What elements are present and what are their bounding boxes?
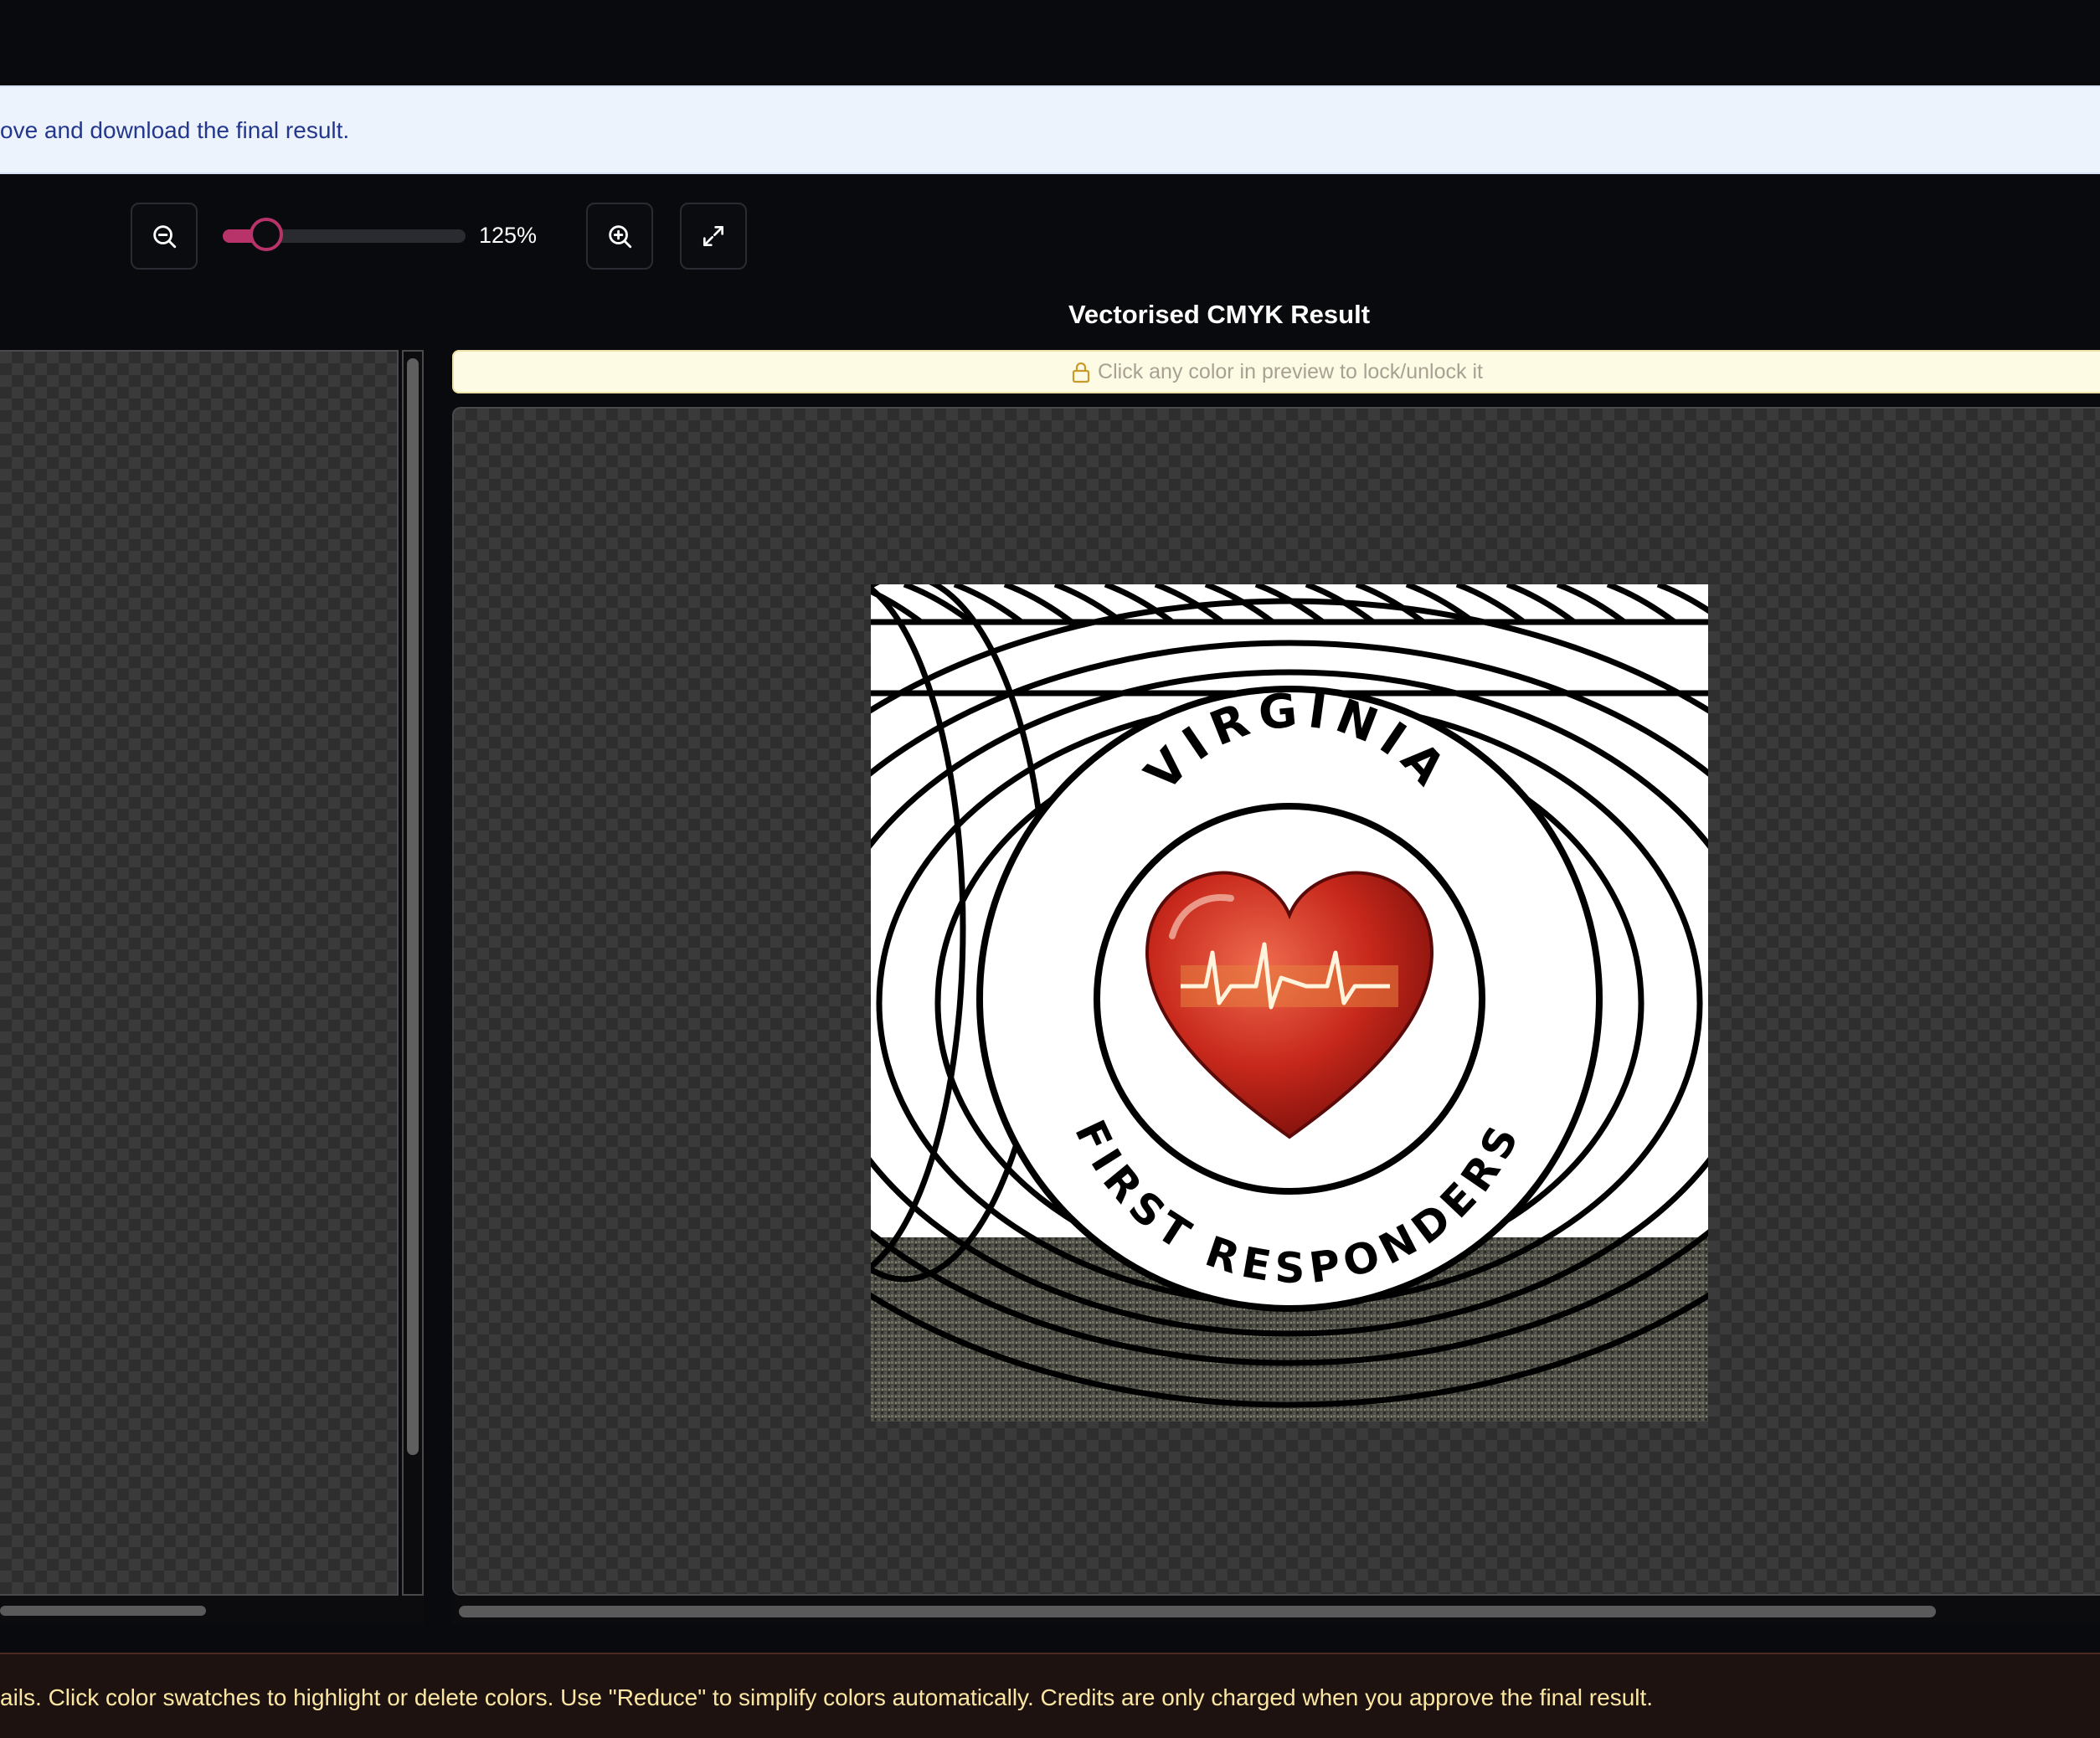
zoom-out-icon xyxy=(153,225,177,249)
info-banner: ove and download the final result. xyxy=(0,85,2100,174)
lock-hint-bar: Click any color in preview to lock/unloc… xyxy=(452,350,2100,393)
zoom-level-label: 125% xyxy=(479,223,538,248)
help-footer: ails. Click color swatches to highlight … xyxy=(0,1653,2100,1738)
vectorised-artwork[interactable]: VIRGINIA FIRST RESPONDERS xyxy=(871,584,1708,1422)
original-preview-vertical-scrollbar[interactable] xyxy=(402,350,424,1596)
zoom-slider-thumb[interactable] xyxy=(250,218,284,251)
expand-icon xyxy=(703,226,723,246)
zoom-out-button[interactable] xyxy=(131,203,198,270)
vectorised-preview-horizontal-scrollbar[interactable] xyxy=(452,1596,2100,1624)
original-preview-horizontal-scrollbar[interactable] xyxy=(0,1596,424,1624)
lock-icon xyxy=(1072,362,1090,383)
zoom-slider[interactable] xyxy=(223,218,466,251)
original-preview-canvas[interactable] xyxy=(0,350,399,1596)
horizontal-scrollbar-thumb[interactable] xyxy=(0,1606,206,1616)
zoom-in-icon xyxy=(609,225,632,249)
fullscreen-button[interactable] xyxy=(680,203,747,270)
lock-hint-text: Click any color in preview to lock/unloc… xyxy=(1098,360,1483,383)
info-banner-text: ove and download the final result. xyxy=(0,117,350,143)
vertical-scrollbar-thumb[interactable] xyxy=(407,358,419,1455)
help-footer-text: ails. Click color swatches to highlight … xyxy=(0,1684,1654,1710)
zoom-in-button[interactable] xyxy=(586,203,653,270)
horizontal-scrollbar-thumb[interactable] xyxy=(459,1606,1936,1617)
result-panel-title: Vectorised CMYK Result xyxy=(1068,300,1371,329)
